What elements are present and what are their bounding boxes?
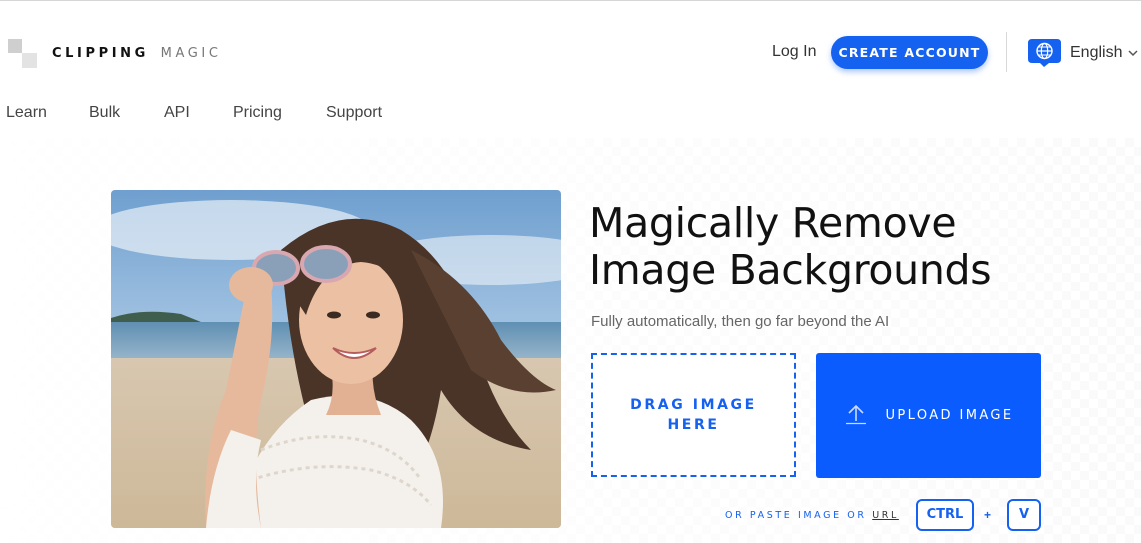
hero-headline-line1: Magically Remove bbox=[589, 199, 957, 247]
logo-icon[interactable] bbox=[6, 37, 38, 69]
top-border bbox=[0, 0, 1141, 1]
upload-image-button[interactable]: UPLOAD IMAGE bbox=[816, 353, 1041, 478]
nav-api[interactable]: API bbox=[164, 104, 190, 122]
upload-image-label: UPLOAD IMAGE bbox=[885, 408, 1014, 423]
drag-label-line2: HERE bbox=[667, 417, 720, 433]
plus-sign: + bbox=[984, 508, 992, 522]
brand-light: MAGIC bbox=[160, 46, 222, 61]
create-account-button[interactable]: CREATE ACCOUNT bbox=[831, 36, 988, 69]
upload-arrow-icon bbox=[844, 403, 868, 429]
brand-name[interactable]: CLIPPING MAGIC bbox=[52, 46, 222, 61]
login-link[interactable]: Log In bbox=[772, 43, 816, 61]
paste-text: OR PASTE IMAGE OR bbox=[725, 510, 867, 521]
hero-headline-line2: Image Backgrounds bbox=[589, 246, 992, 294]
nav-learn[interactable]: Learn bbox=[6, 104, 47, 122]
nav-pricing[interactable]: Pricing bbox=[233, 104, 282, 122]
ctrl-key: CTRL bbox=[916, 499, 974, 531]
language-selector[interactable]: English bbox=[1027, 38, 1139, 68]
hero-photo bbox=[111, 190, 561, 528]
nav-support[interactable]: Support bbox=[326, 104, 382, 122]
brand-bold: CLIPPING bbox=[52, 46, 149, 61]
v-key: V bbox=[1007, 499, 1041, 531]
paste-hint: OR PASTE IMAGE OR URL bbox=[725, 510, 899, 521]
hero-headline: Magically Remove Image Backgrounds bbox=[589, 199, 992, 294]
drag-drop-zone[interactable]: DRAG IMAGE HERE bbox=[591, 353, 796, 477]
chevron-down-icon bbox=[1128, 44, 1139, 62]
header-divider bbox=[1006, 32, 1007, 72]
globe-icon bbox=[1027, 38, 1062, 68]
language-label: English bbox=[1070, 44, 1123, 61]
drag-label-line1: DRAG IMAGE bbox=[630, 397, 757, 413]
hero-subtitle: Fully automatically, then go far beyond … bbox=[591, 313, 890, 330]
nav-bulk[interactable]: Bulk bbox=[89, 104, 120, 122]
paste-url-link[interactable]: URL bbox=[872, 510, 899, 521]
